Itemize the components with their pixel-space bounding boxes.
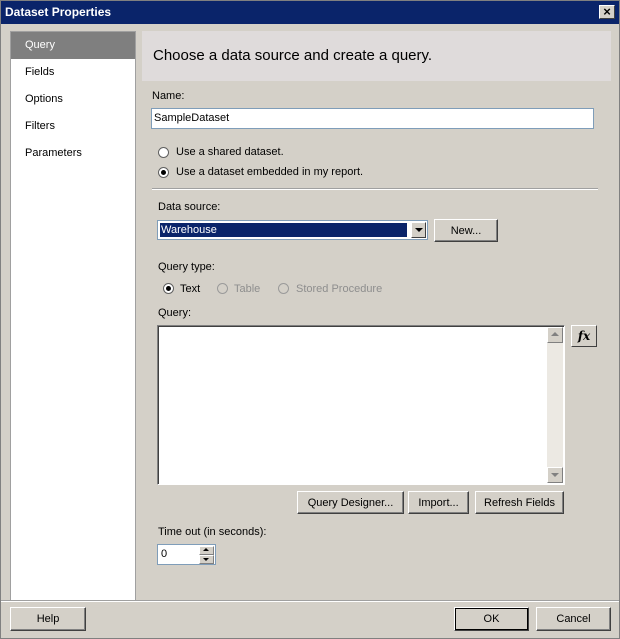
sidebar-item-query[interactable]: Query bbox=[11, 32, 135, 59]
query-type-stored-procedure-label: Stored Procedure bbox=[296, 283, 383, 295]
sidebar-item-label: Filters bbox=[25, 120, 55, 132]
embedded-dataset-radio[interactable] bbox=[158, 167, 169, 178]
new-data-source-button[interactable]: New... bbox=[434, 219, 498, 242]
shared-dataset-label: Use a shared dataset. bbox=[176, 146, 284, 158]
chevron-down-icon[interactable] bbox=[411, 222, 426, 238]
close-button[interactable]: × bbox=[599, 5, 615, 19]
spin-down-icon[interactable] bbox=[199, 555, 214, 564]
ok-button[interactable]: OK bbox=[454, 607, 529, 631]
timeout-label: Time out (in seconds): bbox=[158, 526, 267, 538]
name-input[interactable]: SampleDataset bbox=[151, 108, 594, 129]
scroll-up-icon[interactable] bbox=[547, 327, 563, 343]
shared-dataset-radio[interactable] bbox=[158, 147, 169, 158]
dataset-properties-dialog: Dataset Properties × Query Fields Option… bbox=[0, 0, 620, 639]
query-type-text-label: Text bbox=[180, 283, 201, 295]
data-source-label: Data source: bbox=[158, 201, 221, 213]
name-label: Name: bbox=[152, 90, 185, 102]
scroll-down-icon[interactable] bbox=[547, 467, 563, 483]
fx-icon: fx bbox=[577, 329, 591, 343]
query-designer-button[interactable]: Query Designer... bbox=[297, 491, 404, 514]
help-button[interactable]: Help bbox=[10, 607, 86, 631]
sidebar-item-options[interactable]: Options bbox=[11, 86, 135, 113]
page-title: Choose a data source and create a query. bbox=[153, 47, 433, 64]
data-source-select[interactable]: Warehouse bbox=[157, 220, 428, 240]
query-type-label: Query type: bbox=[158, 261, 215, 273]
query-label: Query: bbox=[158, 307, 192, 319]
section-divider bbox=[152, 188, 598, 190]
sidebar-item-label: Query bbox=[25, 39, 55, 51]
sidebar-nav: Query Fields Options Filters Parameters bbox=[10, 31, 136, 601]
query-type-table-radio[interactable] bbox=[217, 283, 228, 294]
sidebar-item-filters[interactable]: Filters bbox=[11, 113, 135, 140]
query-type-table-label: Table bbox=[234, 283, 261, 295]
page-header: Choose a data source and create a query. bbox=[142, 31, 611, 81]
window-title: Dataset Properties bbox=[5, 5, 112, 19]
data-source-value: Warehouse bbox=[160, 223, 407, 237]
sidebar-item-label: Options bbox=[25, 93, 63, 105]
query-type-text-radio[interactable] bbox=[163, 283, 174, 294]
sidebar-item-label: Fields bbox=[25, 66, 55, 78]
footer-divider bbox=[1, 600, 619, 602]
cancel-button[interactable]: Cancel bbox=[536, 607, 611, 631]
embedded-dataset-label: Use a dataset embedded in my report. bbox=[176, 166, 364, 178]
query-scrollbar[interactable] bbox=[547, 327, 563, 483]
sidebar-item-fields[interactable]: Fields bbox=[11, 59, 135, 86]
timeout-value: 0 bbox=[161, 548, 168, 560]
spin-up-icon[interactable] bbox=[199, 546, 214, 555]
sidebar-item-parameters[interactable]: Parameters bbox=[11, 140, 135, 167]
refresh-fields-button[interactable]: Refresh Fields bbox=[475, 491, 564, 514]
query-textarea[interactable] bbox=[157, 325, 565, 485]
import-button[interactable]: Import... bbox=[408, 491, 469, 514]
title-bar: Dataset Properties × bbox=[1, 1, 619, 24]
timeout-stepper[interactable]: 0 bbox=[157, 544, 216, 565]
close-icon: × bbox=[603, 4, 611, 19]
sidebar-item-label: Parameters bbox=[25, 147, 82, 159]
expression-button[interactable]: fx bbox=[571, 325, 597, 347]
query-type-stored-procedure-radio[interactable] bbox=[278, 283, 289, 294]
